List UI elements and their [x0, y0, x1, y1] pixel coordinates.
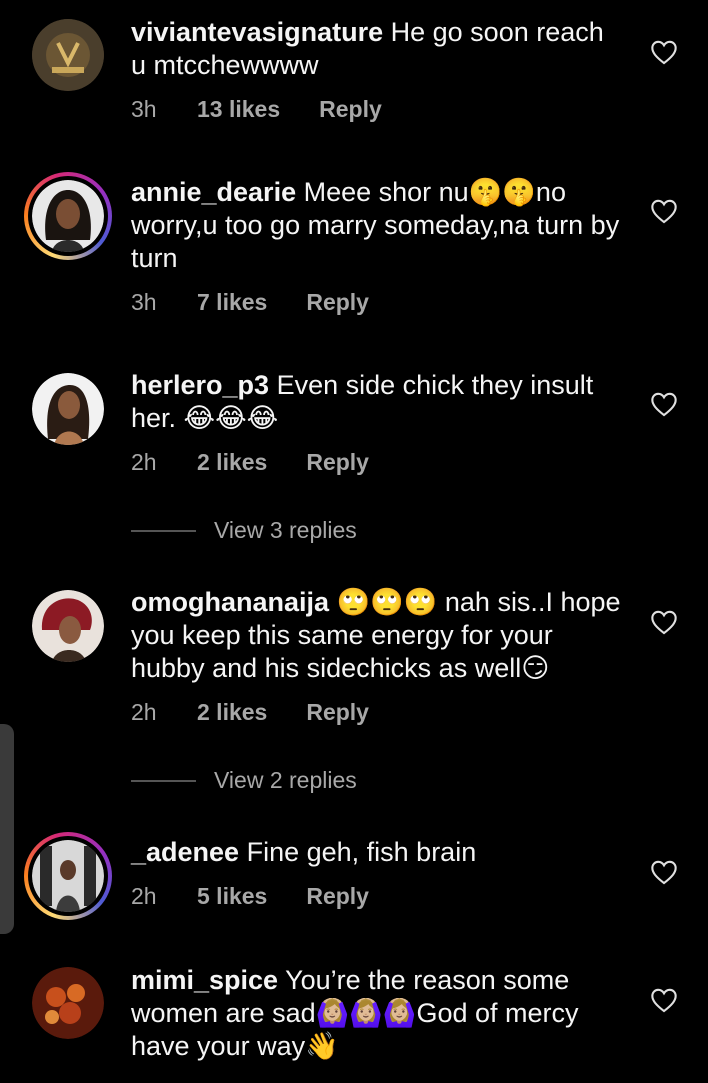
comment-username[interactable]: omoghananaija — [131, 587, 329, 617]
comment-time: 3h — [131, 289, 157, 315]
comment-text: annie_dearie Meee shor nu🤫🤫no worry,u to… — [131, 176, 626, 275]
comment-time: 2h — [131, 449, 157, 475]
comment-text: mimi_spice You’re the reason some women … — [131, 964, 626, 1063]
comment-meta: 2h 2 likes Reply — [131, 449, 369, 476]
comment-meta: 2h 2 likes Reply — [131, 699, 369, 726]
view-replies-divider — [131, 779, 196, 782]
comment-likes[interactable]: 2 likes — [197, 699, 267, 726]
heart-icon[interactable] — [650, 987, 678, 1013]
avatar-image — [32, 180, 104, 252]
avatar-image — [32, 19, 104, 91]
comment-time: 2h — [131, 883, 157, 909]
comment-username[interactable]: _adenee — [131, 837, 239, 867]
avatar[interactable] — [24, 832, 112, 920]
avatar-image — [32, 373, 104, 445]
comment-meta: 2h 5 likes Reply — [131, 883, 369, 910]
avatar[interactable] — [32, 373, 104, 445]
comment-meta: 3h 7 likes Reply — [131, 289, 369, 316]
avatar[interactable] — [32, 590, 104, 662]
comment-time: 3h — [131, 96, 157, 122]
edge-panel-handle[interactable] — [0, 724, 14, 934]
comment-username[interactable]: annie_dearie — [131, 177, 296, 207]
heart-icon[interactable] — [650, 198, 678, 224]
heart-icon[interactable] — [650, 859, 678, 885]
reply-button[interactable]: Reply — [306, 883, 369, 910]
avatar[interactable] — [24, 172, 112, 260]
comment-username[interactable]: mimi_spice — [131, 965, 278, 995]
reply-button[interactable]: Reply — [306, 449, 369, 476]
heart-icon[interactable] — [650, 391, 678, 417]
avatar-image — [32, 967, 104, 1039]
view-replies-label[interactable]: View 2 replies — [214, 767, 357, 794]
comment-likes[interactable]: 2 likes — [197, 449, 267, 476]
comment-username[interactable]: herlero_p3 — [131, 370, 269, 400]
avatar[interactable] — [32, 967, 104, 1039]
comment-likes[interactable]: 7 likes — [197, 289, 267, 316]
view-replies-divider — [131, 529, 196, 532]
avatar-ring — [28, 176, 108, 256]
view-replies-button[interactable]: View 2 replies — [131, 767, 357, 794]
reply-button[interactable]: Reply — [306, 699, 369, 726]
comment-text: herlero_p3 Even side chick they insult h… — [131, 369, 626, 435]
reply-button[interactable]: Reply — [306, 289, 369, 316]
view-replies-button[interactable]: View 3 replies — [131, 517, 357, 544]
comment-username[interactable]: viviantevasignature — [131, 17, 383, 47]
reply-button[interactable]: Reply — [319, 96, 382, 123]
comment-meta: 3h 13 likes Reply — [131, 96, 382, 123]
avatar[interactable] — [32, 19, 104, 91]
avatar-ring — [28, 836, 108, 916]
heart-icon[interactable] — [650, 609, 678, 635]
comment-body: Fine geh, fish brain — [239, 837, 477, 867]
comment-text: omoghananaija 🙄🙄🙄 nah sis..I hope you ke… — [131, 586, 626, 685]
view-replies-label[interactable]: View 3 replies — [214, 517, 357, 544]
comment-likes[interactable]: 13 likes — [197, 96, 280, 123]
comment-text: viviantevasignature He go soon reach u m… — [131, 16, 626, 82]
comment-likes[interactable]: 5 likes — [197, 883, 267, 910]
avatar-image — [32, 590, 104, 662]
comment-text: _adenee Fine geh, fish brain — [131, 836, 626, 869]
comment-time: 2h — [131, 699, 157, 725]
heart-icon[interactable] — [650, 39, 678, 65]
avatar-image — [32, 840, 104, 912]
